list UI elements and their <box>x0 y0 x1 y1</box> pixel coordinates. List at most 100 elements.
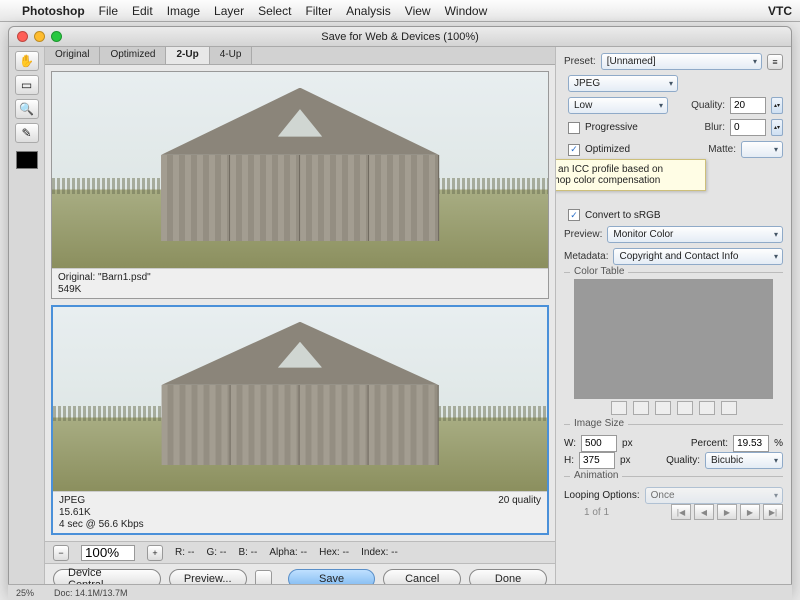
animation-label: Animation <box>570 470 622 481</box>
progressive-checkbox[interactable] <box>568 122 580 134</box>
status-zoom: 25% <box>16 588 34 598</box>
menu-window[interactable]: Window <box>445 4 488 18</box>
minimize-icon[interactable] <box>34 31 45 42</box>
matte-label: Matte: <box>708 144 736 155</box>
alpha-value: Alpha: -- <box>269 547 307 558</box>
color-table-section: Color Table <box>564 272 783 417</box>
original-size: 549K <box>58 284 151 295</box>
w-px: px <box>622 438 633 449</box>
menu-filter[interactable]: Filter <box>305 4 332 18</box>
zoom-in-icon[interactable]: + <box>147 545 163 561</box>
menu-view[interactable]: View <box>405 4 431 18</box>
mac-menubar: Photoshop File Edit Image Layer Select F… <box>0 0 800 22</box>
ct-icon-4[interactable] <box>677 401 693 415</box>
menu-edit[interactable]: Edit <box>132 4 153 18</box>
tooltip: Include an ICC profile based on Photosho… <box>555 159 706 191</box>
preset-label: Preset: <box>564 56 596 67</box>
looping-dropdown[interactable]: Once <box>645 487 783 504</box>
zoom-field[interactable] <box>81 545 135 561</box>
r-value: R: -- <box>175 547 194 558</box>
preview-format: JPEG <box>59 495 144 506</box>
resample-label: Quality: <box>666 455 700 466</box>
tab-2up[interactable]: 2-Up <box>166 47 209 64</box>
tab-4up[interactable]: 4-Up <box>210 47 253 64</box>
color-swatch[interactable] <box>16 151 38 169</box>
next-frame-icon[interactable]: ▶ <box>740 504 760 520</box>
optimized-label: Optimized <box>585 144 630 155</box>
status-doc: Doc: 14.1M/13.7M <box>54 588 128 598</box>
b-value: B: -- <box>238 547 257 558</box>
ct-icon-5[interactable] <box>699 401 715 415</box>
srgb-checkbox[interactable]: ✓ <box>568 209 580 221</box>
color-table <box>574 279 773 399</box>
zoom-out-icon[interactable]: − <box>53 545 69 561</box>
quality-preset-dropdown[interactable]: Low <box>568 97 668 114</box>
brand-label: VTC <box>768 4 792 18</box>
settings-panel: Preset: [Unnamed] ≡ JPEG Low Quality: ▴▾… <box>555 47 791 593</box>
ct-icon-2[interactable] <box>633 401 649 415</box>
h-px: px <box>620 455 631 466</box>
menu-layer[interactable]: Layer <box>214 4 244 18</box>
menu-file[interactable]: File <box>99 4 118 18</box>
menu-analysis[interactable]: Analysis <box>346 4 391 18</box>
pct-symbol: % <box>774 438 783 449</box>
quality-stepper[interactable]: ▴▾ <box>771 97 783 114</box>
tab-optimized[interactable]: Optimized <box>100 47 166 64</box>
ct-icon-1[interactable] <box>611 401 627 415</box>
menu-image[interactable]: Image <box>167 4 200 18</box>
original-pane[interactable]: Original: "Barn1.psd" 549K <box>51 71 549 299</box>
preset-dropdown[interactable]: [Unnamed] <box>601 53 762 70</box>
blur-stepper[interactable]: ▴▾ <box>771 119 783 136</box>
ct-icon-3[interactable] <box>655 401 671 415</box>
looping-label: Looping Options: <box>564 490 640 501</box>
play-icon[interactable]: ▶ <box>717 504 737 520</box>
preview-dropdown[interactable]: Monitor Color <box>607 226 783 243</box>
tool-strip: ✋ ▭ 🔍 ✎ <box>9 47 45 593</box>
preview-area: Original Optimized 2-Up 4-Up Original: "… <box>45 47 555 593</box>
width-field[interactable] <box>581 435 617 452</box>
app-name[interactable]: Photoshop <box>22 4 85 18</box>
first-frame-icon[interactable]: |◀ <box>671 504 691 520</box>
srgb-label: Convert to sRGB <box>585 210 661 221</box>
preset-menu-icon[interactable]: ≡ <box>767 54 783 70</box>
optimized-pane[interactable]: JPEG 15.61K 4 sec @ 56.6 Kbps 20 quality <box>51 305 549 535</box>
ct-trash-icon[interactable] <box>721 401 737 415</box>
save-for-web-window: Save for Web & Devices (100%) ✋ ▭ 🔍 ✎ Or… <box>8 26 792 594</box>
index-value: Index: -- <box>361 547 398 558</box>
image-size-label: Image Size <box>570 418 628 429</box>
optimized-checkbox[interactable]: ✓ <box>568 144 580 156</box>
matte-dropdown[interactable] <box>741 141 783 158</box>
hand-tool-icon[interactable]: ✋ <box>15 51 39 71</box>
blur-field[interactable] <box>730 119 766 136</box>
format-dropdown[interactable]: JPEG <box>568 75 678 92</box>
menu-select[interactable]: Select <box>258 4 291 18</box>
eyedropper-tool-icon[interactable]: ✎ <box>15 123 39 143</box>
zoom-icon[interactable] <box>51 31 62 42</box>
frame-counter: 1 of 1 <box>584 507 609 518</box>
quality-field[interactable] <box>730 97 766 114</box>
height-label: H: <box>564 455 574 466</box>
last-frame-icon[interactable]: ▶| <box>763 504 783 520</box>
info-bar: − + R: -- G: -- B: -- Alpha: -- Hex: -- … <box>45 541 555 563</box>
metadata-dropdown[interactable]: Copyright and Contact Info <box>613 248 783 265</box>
blur-label: Blur: <box>704 122 725 133</box>
resample-dropdown[interactable]: Bicubic <box>705 452 783 469</box>
tab-original[interactable]: Original <box>45 47 100 64</box>
slice-select-tool-icon[interactable]: ▭ <box>15 75 39 95</box>
percent-label: Percent: <box>691 438 728 449</box>
percent-field[interactable] <box>733 435 769 452</box>
preview-quality: 20 quality <box>498 495 541 530</box>
width-label: W: <box>564 438 576 449</box>
zoom-tool-icon[interactable]: 🔍 <box>15 99 39 119</box>
status-bar: 25% Doc: 14.1M/13.7M <box>8 584 792 600</box>
progressive-label: Progressive <box>585 122 638 133</box>
animation-section: Animation Looping Options: Once 1 of 1 |… <box>564 476 783 520</box>
preview-download: 4 sec @ 56.6 Kbps <box>59 519 144 530</box>
prev-frame-icon[interactable]: ◀ <box>694 504 714 520</box>
close-icon[interactable] <box>17 31 28 42</box>
metadata-label: Metadata: <box>564 251 608 262</box>
view-tabs: Original Optimized 2-Up 4-Up <box>45 47 555 65</box>
window-title: Save for Web & Devices (100%) <box>321 31 479 43</box>
height-field[interactable] <box>579 452 615 469</box>
original-filename: Original: "Barn1.psd" <box>58 272 151 283</box>
